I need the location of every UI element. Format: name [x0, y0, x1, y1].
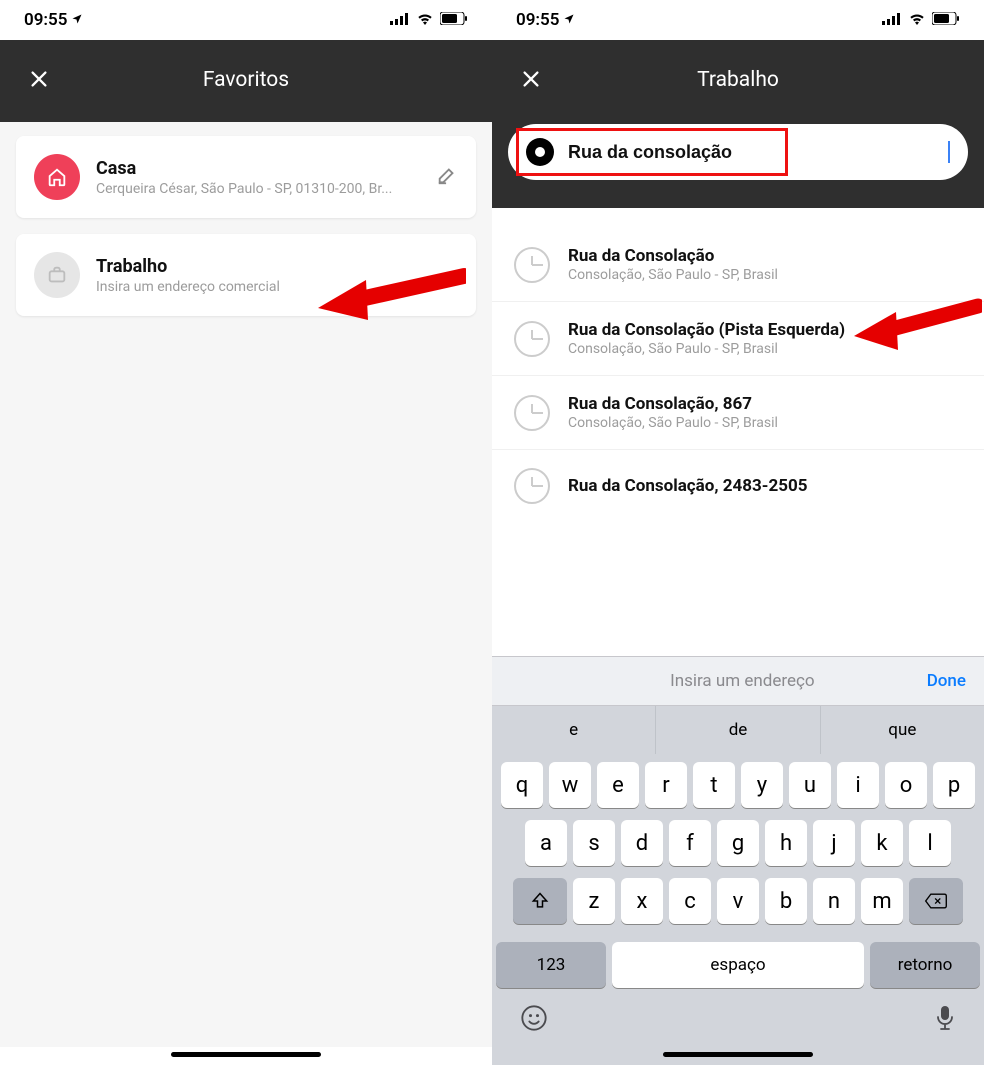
key-k[interactable]: k [861, 820, 903, 866]
battery-icon [932, 10, 960, 30]
key-space[interactable]: espaço [612, 942, 864, 988]
text-cursor [948, 141, 950, 163]
key-n[interactable]: n [813, 878, 855, 924]
favorite-title: Trabalho [96, 256, 458, 277]
location-dot-icon [526, 138, 554, 166]
phone-search: 09:55 Trabalho [492, 0, 984, 1065]
key-g[interactable]: g [717, 820, 759, 866]
key-i[interactable]: i [837, 762, 879, 808]
result-item[interactable]: Rua da Consolação (Pista Esquerda) Conso… [492, 302, 984, 376]
key-y[interactable]: y [741, 762, 783, 808]
favorite-subtitle: Cerqueira César, São Paulo - SP, 01310-2… [96, 181, 420, 197]
keyboard-row-2: a s d f g h j k l [496, 820, 980, 866]
keyboard-hint: Insira um endereço [558, 671, 927, 691]
key-u[interactable]: u [789, 762, 831, 808]
header: Trabalho [492, 40, 984, 106]
result-subtitle: Consolação, São Paulo - SP, Brasil [568, 341, 962, 357]
result-title: Rua da Consolação [568, 246, 962, 266]
key-d[interactable]: d [621, 820, 663, 866]
emoji-icon[interactable] [520, 1004, 548, 1039]
key-p[interactable]: p [933, 762, 975, 808]
home-icon [34, 154, 80, 200]
key-return[interactable]: retorno [870, 942, 980, 988]
history-icon [514, 247, 550, 283]
search-pill[interactable] [508, 124, 968, 180]
key-x[interactable]: x [621, 878, 663, 924]
wifi-icon [416, 10, 434, 30]
page-title: Trabalho [512, 64, 964, 92]
keyboard-row-bottom: 123 espaço retorno [492, 942, 984, 998]
microphone-icon[interactable] [934, 1004, 956, 1039]
status-time: 09:55 [516, 10, 559, 30]
location-icon [563, 10, 575, 30]
key-b[interactable]: b [765, 878, 807, 924]
suggestion[interactable]: de [656, 706, 820, 754]
key-e[interactable]: e [597, 762, 639, 808]
key-j[interactable]: j [813, 820, 855, 866]
keyboard-suggestions: e de que [492, 706, 984, 754]
phone-favorites: 09:55 Favoritos [0, 0, 492, 1065]
key-backspace[interactable] [909, 878, 963, 924]
favorite-item-work[interactable]: Trabalho Insira um endereço comercial [16, 234, 476, 316]
suggestion[interactable]: e [492, 706, 656, 754]
search-results: Rua da Consolação Consolação, São Paulo … [492, 208, 984, 522]
key-t[interactable]: t [693, 762, 735, 808]
key-v[interactable]: v [717, 878, 759, 924]
keyboard-done-button[interactable]: Done [927, 671, 966, 691]
result-title: Rua da Consolação (Pista Esquerda) [568, 320, 962, 340]
key-q[interactable]: q [501, 762, 543, 808]
status-bar: 09:55 [492, 0, 984, 40]
key-z[interactable]: z [573, 878, 615, 924]
key-o[interactable]: o [885, 762, 927, 808]
key-m[interactable]: m [861, 878, 903, 924]
key-f[interactable]: f [669, 820, 711, 866]
location-icon [71, 10, 83, 30]
wifi-icon [908, 10, 926, 30]
home-indicator[interactable] [663, 1052, 813, 1057]
favorite-item-home[interactable]: Casa Cerqueira César, São Paulo - SP, 01… [16, 136, 476, 218]
key-h[interactable]: h [765, 820, 807, 866]
history-icon [514, 468, 550, 504]
result-subtitle: Consolação, São Paulo - SP, Brasil [568, 415, 962, 431]
page-title: Favoritos [20, 64, 472, 92]
result-title: Rua da Consolação, 867 [568, 394, 962, 414]
favorites-list: Casa Cerqueira César, São Paulo - SP, 01… [0, 122, 492, 1047]
key-a[interactable]: a [525, 820, 567, 866]
key-numbers[interactable]: 123 [496, 942, 606, 988]
keyboard-toolbar: Insira um endereço Done [492, 656, 984, 706]
keyboard-row-3: z x c v b n m [496, 878, 980, 924]
result-subtitle: Consolação, São Paulo - SP, Brasil [568, 267, 962, 283]
favorite-title: Casa [96, 158, 420, 179]
key-r[interactable]: r [645, 762, 687, 808]
signal-icon [882, 10, 902, 30]
battery-icon [440, 10, 468, 30]
home-indicator[interactable] [171, 1052, 321, 1057]
key-l[interactable]: l [909, 820, 951, 866]
key-shift[interactable] [513, 878, 567, 924]
favorite-subtitle: Insira um endereço comercial [96, 279, 458, 295]
key-w[interactable]: w [549, 762, 591, 808]
result-item[interactable]: Rua da Consolação, 2483-2505 [492, 450, 984, 522]
history-icon [514, 321, 550, 357]
address-input[interactable] [568, 142, 934, 163]
keyboard: Insira um endereço Done e de que q w e r… [492, 656, 984, 1065]
briefcase-icon [34, 252, 80, 298]
history-icon [514, 395, 550, 431]
header: Favoritos [0, 40, 492, 122]
result-title: Rua da Consolação, 2483-2505 [568, 476, 962, 496]
close-icon[interactable] [28, 68, 56, 96]
status-time: 09:55 [24, 10, 67, 30]
result-item[interactable]: Rua da Consolação, 867 Consolação, São P… [492, 376, 984, 450]
signal-icon [390, 10, 410, 30]
close-icon[interactable] [520, 68, 548, 96]
keyboard-row-1: q w e r t y u i o p [496, 762, 980, 808]
status-bar: 09:55 [0, 0, 492, 40]
search-container [492, 106, 984, 208]
result-item[interactable]: Rua da Consolação Consolação, São Paulo … [492, 208, 984, 302]
edit-icon[interactable] [436, 164, 458, 190]
key-c[interactable]: c [669, 878, 711, 924]
key-s[interactable]: s [573, 820, 615, 866]
suggestion[interactable]: que [821, 706, 984, 754]
